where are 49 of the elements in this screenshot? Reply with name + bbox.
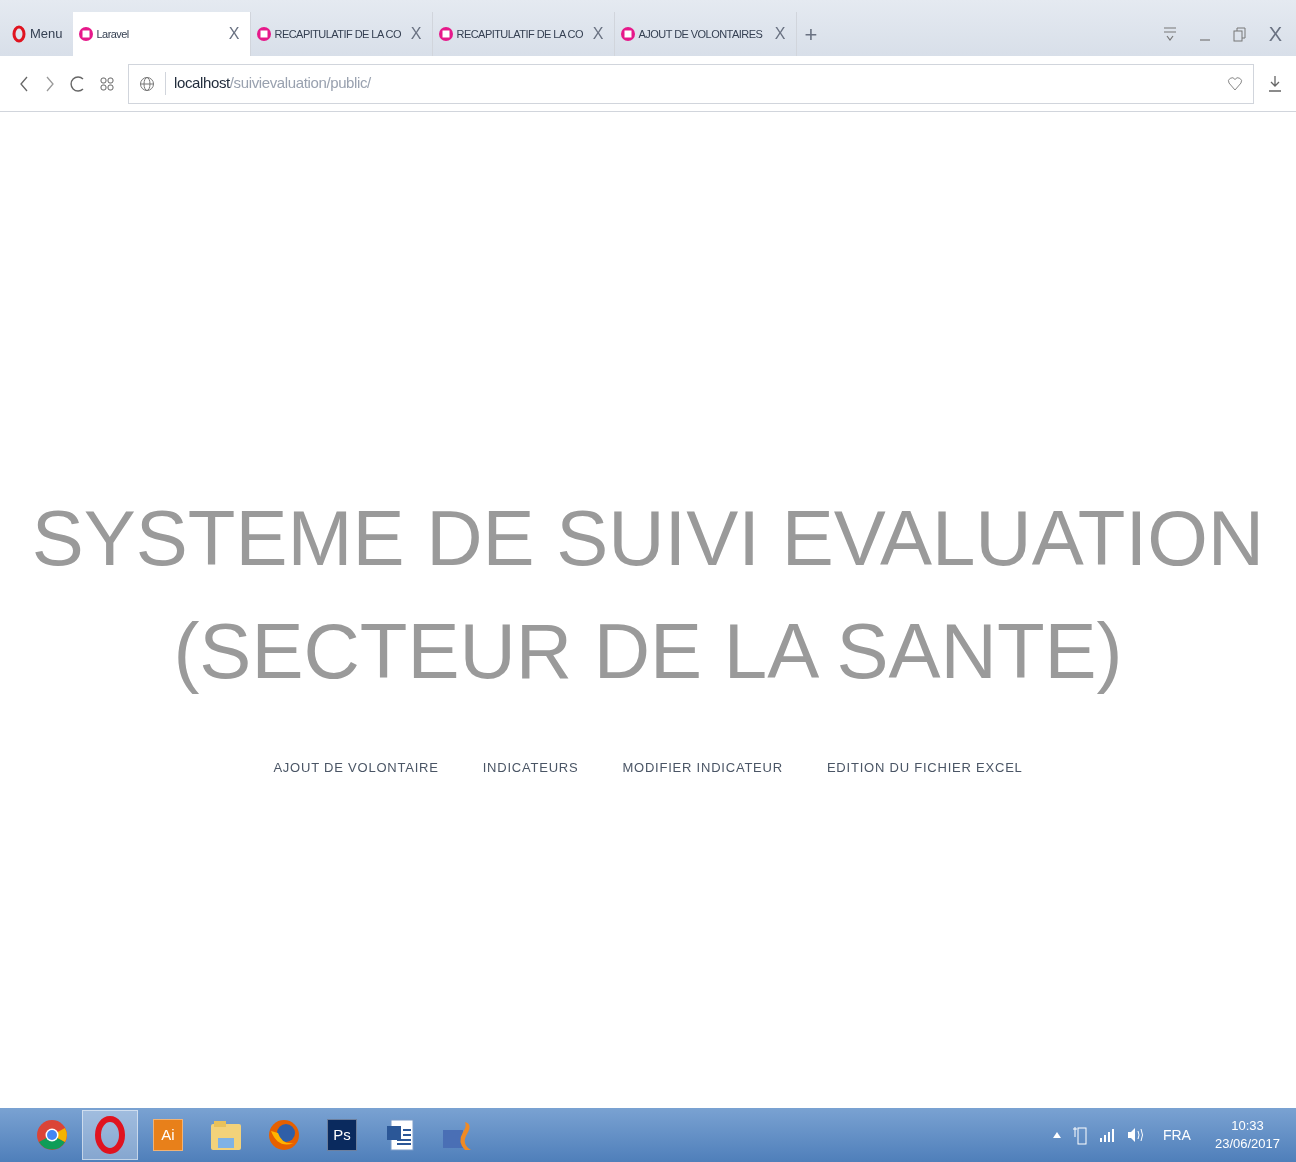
window-close-button[interactable]: X bbox=[1268, 19, 1282, 49]
document-icon bbox=[385, 1118, 415, 1152]
page-title-line: (SECTEUR DE LA SANTE) bbox=[172, 606, 1124, 698]
browser-logo-icon bbox=[36, 1119, 68, 1151]
browser-tab[interactable]: Laravel X bbox=[72, 12, 251, 56]
forward-icon[interactable] bbox=[44, 74, 56, 93]
app-letter-icon: Ai bbox=[153, 1119, 183, 1151]
globe-fox-icon bbox=[268, 1119, 300, 1151]
speaker-icon[interactable] bbox=[1126, 1127, 1145, 1143]
clock[interactable]: 10:33 23/06/2017 bbox=[1214, 1116, 1280, 1154]
address-field[interactable]: localhost/suivievaluation/public/ bbox=[128, 63, 1254, 104]
tab-title: RECAPITULATIF DE LA CO bbox=[456, 26, 584, 42]
download-icon[interactable] bbox=[1268, 74, 1282, 93]
opera-o-icon bbox=[12, 25, 26, 43]
tab-close-button[interactable]: X bbox=[406, 22, 426, 46]
reload-icon[interactable] bbox=[70, 74, 86, 93]
tab-favicon-icon bbox=[256, 27, 271, 41]
opera-o-icon bbox=[95, 1116, 125, 1154]
tab-close-button[interactable]: X bbox=[588, 22, 608, 46]
tab-favicon-icon bbox=[438, 27, 453, 41]
back-icon[interactable] bbox=[18, 74, 30, 93]
taskbar-app-button[interactable] bbox=[82, 1110, 138, 1160]
tab-close-button[interactable]: X bbox=[770, 22, 790, 46]
restore-icon[interactable] bbox=[1232, 26, 1247, 42]
heart-icon[interactable] bbox=[1227, 75, 1243, 92]
battery-icon[interactable] bbox=[1072, 1125, 1087, 1145]
tab-close-button[interactable]: X bbox=[224, 22, 244, 46]
tray-arrow-icon[interactable] bbox=[1052, 1132, 1061, 1138]
nav-link[interactable]: AJOUT DE VOLONTAIRE bbox=[273, 758, 439, 778]
menu-button[interactable]: Menu bbox=[12, 12, 73, 56]
menu-label: Menu bbox=[30, 25, 63, 44]
tab-favicon-icon bbox=[78, 27, 93, 41]
tab-favicon-icon bbox=[620, 27, 635, 41]
signal-icon[interactable] bbox=[1098, 1128, 1115, 1142]
nav-link[interactable]: INDICATEURS bbox=[482, 758, 579, 778]
grid-icon[interactable] bbox=[100, 76, 114, 91]
tab-title: RECAPITULATIF DE LA CO bbox=[274, 26, 402, 42]
tab-title: Laravel bbox=[96, 26, 130, 42]
tab-title: AJOUT DE VOLONTAIRES bbox=[638, 26, 764, 42]
nav-link[interactable]: EDITION DU FICHIER EXCEL bbox=[826, 758, 1023, 778]
folder-icon bbox=[209, 1118, 243, 1152]
app-letter-icon: Ps bbox=[327, 1119, 357, 1151]
globe-icon bbox=[139, 75, 155, 92]
nav-link[interactable]: MODIFIER INDICATEUR bbox=[622, 758, 783, 778]
tab-menu-icon[interactable] bbox=[1162, 26, 1177, 42]
taskbar-app-button[interactable]: Ps bbox=[314, 1110, 370, 1160]
url-text: localhost/suivievaluation/public/ bbox=[165, 72, 371, 95]
new-tab-button[interactable]: + bbox=[796, 12, 826, 56]
page-title-line: SYSTEME DE SUIVI EVALUATION bbox=[30, 493, 1266, 585]
